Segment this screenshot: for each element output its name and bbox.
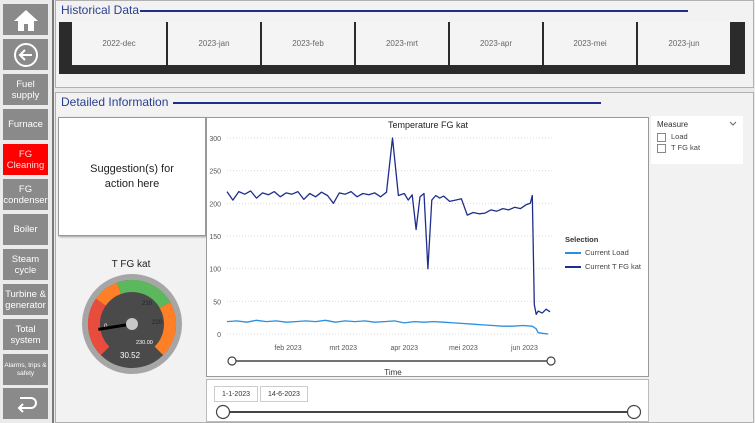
measure-option-t-fg-kat[interactable]: T FG kat [657,143,700,153]
month-tile[interactable]: 2023-apr [450,22,542,65]
month-tile[interactable]: 2022-dec [72,22,166,65]
detailed-title: Detailed Information [61,95,169,109]
legend-item-current-t-fg-kat[interactable]: Current T FG kat [565,262,641,271]
home-icon [13,9,38,31]
nav-turbine-generator[interactable]: Turbine & generator [3,284,48,315]
checkbox[interactable] [657,143,666,153]
historical-panel: Historical Data 2022-dec 2023-jan 2023-f… [55,0,754,88]
sidebar-divider [52,0,54,423]
chart-x-axis-label: Time [384,368,402,376]
x-tick-label: mei 2023 [449,345,478,352]
month-tile[interactable]: 2023-mrt [356,22,448,65]
gauge-tick-label: 210 [142,301,153,307]
legend-swatch [565,252,581,255]
date-slider[interactable] [207,402,648,422]
gauge-tick-label: 220 [152,320,163,326]
nav-fuel-supply[interactable]: Fuel supply [3,74,48,105]
y-tick-label: 250 [209,169,221,176]
month-tile[interactable]: 2023-jan [168,22,260,65]
legend-item-current-load[interactable]: Current Load [565,248,629,257]
x-tick-label: mrt 2023 [329,345,357,352]
nav-fg-cleaning[interactable]: FG Cleaning [3,144,48,175]
month-tile[interactable]: 2023-jun [638,22,730,65]
nav-fg-condenser[interactable]: FG condenser [3,179,48,210]
return-arrow-icon [17,396,37,413]
y-tick-label: 0 [217,332,221,339]
chevron-down-icon[interactable] [729,121,737,127]
x-tick-label: apr 2023 [390,345,418,352]
nav-total-system[interactable]: Total system [3,319,48,350]
legend-title: Selection [565,235,599,244]
x-tick-label: feb 2023 [274,345,301,352]
measure-filter: Measure Load T FG kat [651,116,743,164]
temperature-chart-svg: Temperature FG kat 0 50 100 150 200 250 300 fe… [209,120,556,376]
date-slider-start-handle[interactable] [215,404,231,420]
temperature-gauge: 0 210 220 230.00 30.52 [82,274,182,374]
detailed-title-line [173,102,601,104]
chart-x-ticks: feb 2023 mrt 2023 apr 2023 mei 2023 jun 2023 [274,345,538,352]
measure-title: Measure [657,120,689,129]
y-tick-label: 50 [213,299,221,306]
checkbox[interactable] [657,132,666,142]
y-tick-label: 200 [209,201,221,208]
gauge-title: T FG kat [111,259,151,270]
series-line-current-load [226,319,549,335]
date-slider-end-handle[interactable] [626,404,642,420]
gauge-max-label: 230.00 [136,340,153,346]
date-range-slicer: 1-1-2023 14-6-2023 [206,379,649,422]
x-tick-label: jun 2023 [510,345,538,352]
month-tile[interactable]: 2023-feb [262,22,354,65]
time-slider-end-handle[interactable] [546,356,556,366]
series-line-current-t-fg-kat [226,137,551,316]
chart-title: Temperature FG kat [388,120,469,130]
historical-title-line [140,10,688,12]
nav-boiler[interactable]: Boiler [3,214,48,245]
sidebar: Fuel supply Furnace FG Cleaning FG conde… [0,0,52,423]
time-slider-start-handle[interactable] [227,356,237,366]
month-tile[interactable]: 2023-mei [544,22,636,65]
nav-steam-cycle[interactable]: Steam cycle [3,249,48,280]
nav-furnace[interactable]: Furnace [3,109,48,140]
temperature-chart: Temperature FG kat 0 50 100 150 200 250 300 fe… [206,117,649,377]
nav-alarms-trips-safety[interactable]: Alarms, trips & safety [3,354,48,385]
gauge-hub [126,318,138,330]
gauge-value: 30.52 [120,351,141,360]
y-tick-label: 150 [209,234,221,241]
date-end-input[interactable]: 14-6-2023 [260,386,308,402]
y-tick-label: 100 [209,267,221,274]
historical-title: Historical Data [61,3,140,17]
legend-swatch [565,266,581,269]
suggestion-box: Suggestion(s) for action here [58,117,206,236]
y-tick-label: 300 [209,136,221,143]
return-button[interactable] [3,388,48,419]
home-button[interactable] [3,4,48,35]
measure-option-load[interactable]: Load [657,132,688,142]
date-start-input[interactable]: 1-1-2023 [214,386,258,402]
chart-y-ticks: 0 50 100 150 200 250 300 [209,136,221,339]
back-button[interactable] [3,39,48,70]
month-selector: 2022-dec 2023-jan 2023-feb 2023-mrt 2023… [59,22,745,74]
arrow-left-circle-icon [13,42,38,67]
